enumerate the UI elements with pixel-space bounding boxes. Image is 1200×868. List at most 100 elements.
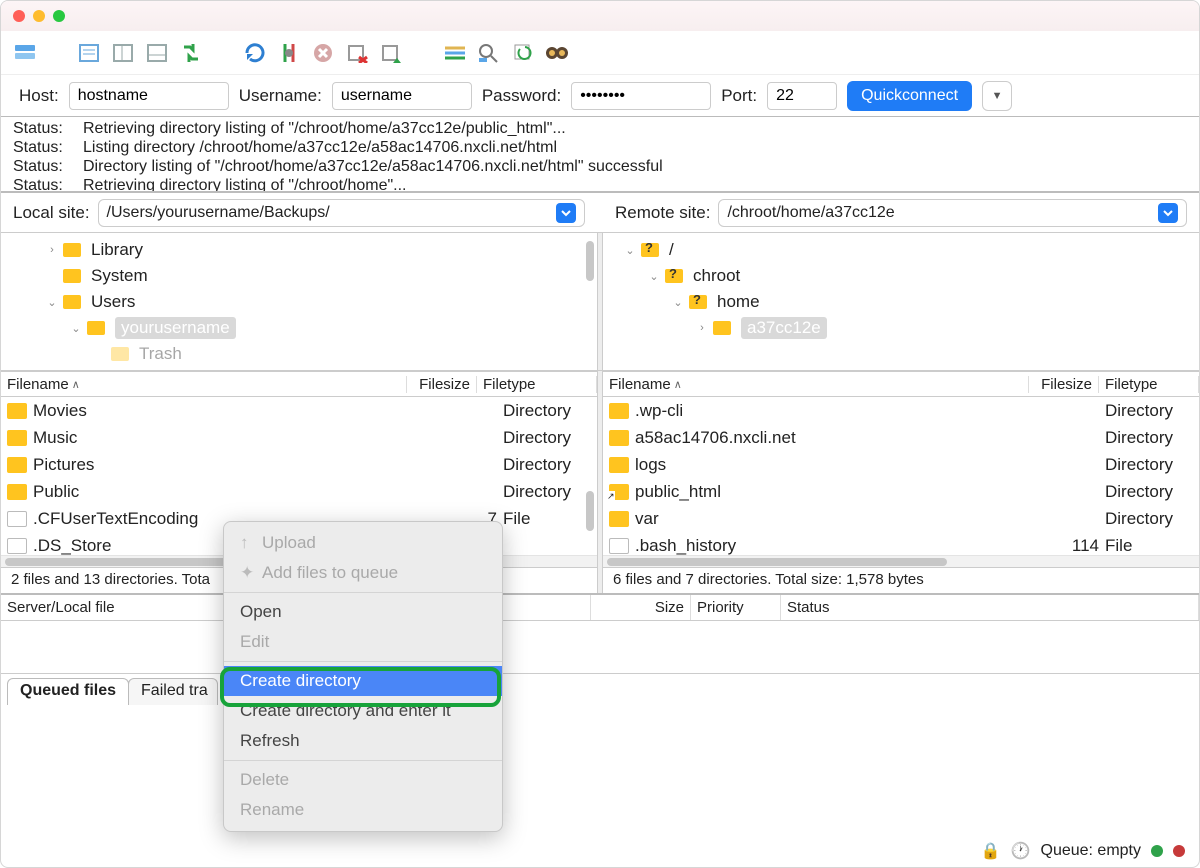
- file-type: Directory: [1105, 401, 1195, 421]
- toggle-log-icon[interactable]: [75, 39, 103, 67]
- quickconnect-bar: Host: Username: Password: Port: Quickcon…: [1, 75, 1199, 117]
- file-row[interactable]: public_htmlDirectory: [603, 478, 1199, 505]
- scrollbar[interactable]: [586, 241, 594, 281]
- menu-add-to-queue[interactable]: ✦Add files to queue: [224, 558, 502, 588]
- message-log[interactable]: Status:Retrieving directory listing of "…: [1, 117, 1199, 193]
- expand-chevron-icon[interactable]: ⌄: [69, 322, 83, 335]
- folder-icon: [609, 511, 629, 527]
- expand-chevron-icon[interactable]: ›: [695, 322, 709, 334]
- quickconnect-history-button[interactable]: ▼: [982, 81, 1012, 111]
- toolbar: [1, 31, 1199, 75]
- toggle-queue-icon[interactable]: [143, 39, 171, 67]
- tree-row[interactable]: Trash: [9, 341, 589, 367]
- close-window-button[interactable]: [13, 10, 25, 22]
- username-input[interactable]: [332, 82, 472, 110]
- menu-rename[interactable]: Rename: [224, 795, 502, 825]
- activity-indicator-icon: [1151, 845, 1163, 857]
- tree-row[interactable]: ⌄ yourusername: [9, 315, 589, 341]
- tree-row[interactable]: ›Library: [9, 237, 589, 263]
- expand-chevron-icon[interactable]: ›: [45, 244, 59, 256]
- file-name: Music: [33, 428, 433, 448]
- tree-label: chroot: [693, 266, 740, 286]
- expand-chevron-icon[interactable]: ⌄: [45, 296, 59, 309]
- tree-label: Users: [91, 292, 135, 312]
- expand-chevron-icon[interactable]: ⌄: [623, 244, 637, 257]
- chevron-down-icon[interactable]: [556, 203, 576, 223]
- file-row[interactable]: .bash_history114File: [603, 532, 1199, 555]
- expand-chevron-icon[interactable]: ⌄: [647, 270, 661, 283]
- folder-icon: [63, 269, 81, 283]
- menu-upload[interactable]: ↑Upload: [224, 528, 502, 558]
- scrollbar[interactable]: [586, 491, 594, 531]
- local-site-input[interactable]: /Users/yourusername/Backups/: [98, 199, 585, 227]
- clock-icon: 🕐: [1011, 841, 1031, 861]
- tree-row[interactable]: System: [9, 263, 589, 289]
- file-icon: [609, 538, 629, 554]
- tree-row[interactable]: ⌄home: [611, 289, 1191, 315]
- tab-queued[interactable]: Queued files: [7, 678, 129, 705]
- compare-icon[interactable]: [475, 39, 503, 67]
- minimize-window-button[interactable]: [33, 10, 45, 22]
- file-row[interactable]: logsDirectory: [603, 451, 1199, 478]
- maximize-window-button[interactable]: [53, 10, 65, 22]
- disconnect-icon[interactable]: [343, 39, 371, 67]
- remote-list-header[interactable]: Filename∧ Filesize Filetype: [603, 371, 1199, 397]
- tree-panes: ›Library System ⌄ Users ⌄ yourusernameTrash ⌄…: [1, 233, 1199, 371]
- menu-delete[interactable]: Delete: [224, 765, 502, 795]
- folder-icon: [111, 347, 129, 361]
- menu-create-directory-enter[interactable]: Create directory and enter it: [224, 696, 502, 726]
- scrollbar[interactable]: [603, 555, 1199, 567]
- remote-file-list[interactable]: .wp-cliDirectorya58ac14706.nxcli.netDire…: [603, 397, 1199, 555]
- local-list-header[interactable]: Filename∧ Filesize Filetype: [1, 371, 597, 397]
- file-row[interactable]: PublicDirectory: [1, 478, 597, 505]
- filter-icon[interactable]: [441, 39, 469, 67]
- file-row[interactable]: PicturesDirectory: [1, 451, 597, 478]
- sync-icon[interactable]: [509, 39, 537, 67]
- local-tree[interactable]: ›Library System ⌄ Users ⌄ yourusernameTrash: [1, 233, 597, 370]
- remote-site-input[interactable]: /chroot/home/a37cc12e: [718, 199, 1187, 227]
- folder-icon: [7, 403, 27, 419]
- process-queue-icon[interactable]: [275, 39, 303, 67]
- tree-row[interactable]: ⌄ chroot: [611, 263, 1191, 289]
- activity-indicator-icon: [1173, 845, 1185, 857]
- host-input[interactable]: [69, 82, 229, 110]
- host-label: Host:: [19, 86, 59, 106]
- queue-header[interactable]: Server/Local file Size Priority Status: [1, 593, 1199, 621]
- tree-label: System: [91, 266, 148, 286]
- file-row[interactable]: MoviesDirectory: [1, 397, 597, 424]
- file-row[interactable]: MusicDirectory: [1, 424, 597, 451]
- menu-open[interactable]: Open: [224, 597, 502, 627]
- tree-label: yourusername: [115, 317, 236, 339]
- tree-row[interactable]: › a37cc12e: [611, 315, 1191, 341]
- tree-row[interactable]: ⌄ Users: [9, 289, 589, 315]
- tree-label: a37cc12e: [741, 317, 827, 339]
- toggle-tree-icon[interactable]: [109, 39, 137, 67]
- file-row[interactable]: varDirectory: [603, 505, 1199, 532]
- file-type: File: [1105, 536, 1195, 556]
- log-row: Status:Retrieving directory listing of "…: [1, 176, 1199, 193]
- reconnect-icon[interactable]: [377, 39, 405, 67]
- file-row[interactable]: a58ac14706.nxcli.netDirectory: [603, 424, 1199, 451]
- site-manager-icon[interactable]: [11, 39, 39, 67]
- remote-tree[interactable]: ⌄/⌄chroot⌄home›a37cc12e: [603, 233, 1199, 370]
- file-type: Directory: [503, 455, 593, 475]
- expand-chevron-icon[interactable]: ⌄: [671, 296, 685, 309]
- quickconnect-button[interactable]: Quickconnect: [847, 81, 972, 111]
- menu-edit[interactable]: Edit: [224, 627, 502, 657]
- refresh-icon[interactable]: [241, 39, 269, 67]
- menu-create-directory[interactable]: Create directory: [224, 666, 502, 696]
- file-type: Directory: [503, 482, 593, 502]
- port-input[interactable]: [767, 82, 837, 110]
- tree-row[interactable]: ⌄/: [611, 237, 1191, 263]
- file-type: Directory: [503, 401, 593, 421]
- tab-failed[interactable]: Failed tra: [128, 678, 218, 705]
- chevron-down-icon[interactable]: [1158, 203, 1178, 223]
- folder-unknown-icon: [689, 295, 707, 309]
- sync-browsing-icon[interactable]: [177, 39, 205, 67]
- menu-refresh[interactable]: Refresh: [224, 726, 502, 756]
- password-input[interactable]: [571, 82, 711, 110]
- cancel-icon[interactable]: [309, 39, 337, 67]
- file-row[interactable]: .wp-cliDirectory: [603, 397, 1199, 424]
- search-remote-icon[interactable]: [543, 39, 571, 67]
- queue-body[interactable]: [1, 621, 1199, 673]
